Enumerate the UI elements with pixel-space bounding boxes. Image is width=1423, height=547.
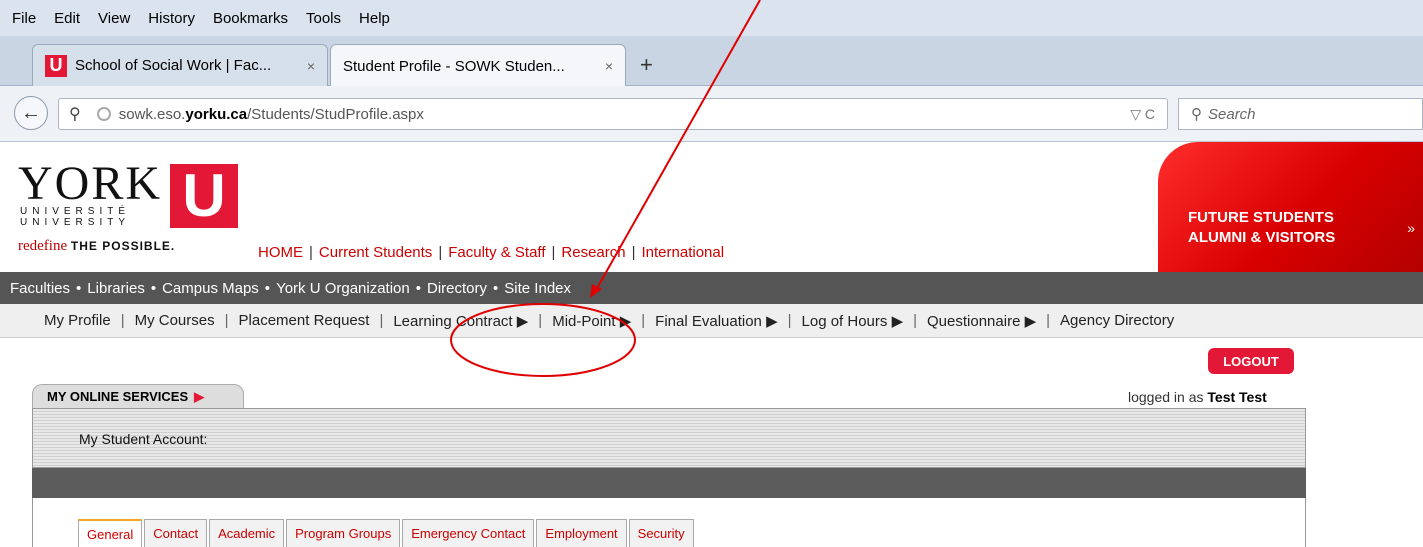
menu-bookmarks[interactable]: Bookmarks — [213, 10, 288, 27]
tagline-bold: THE POSSIBLE. — [70, 239, 176, 253]
menu-bar: File Edit View History Bookmarks Tools H… — [0, 0, 1423, 36]
nav-faculties[interactable]: Faculties — [10, 280, 70, 297]
tab-security[interactable]: Security — [628, 519, 694, 547]
menu-tools[interactable]: Tools — [306, 10, 341, 27]
nav-final-evaluation[interactable]: Final Evaluation ▶ — [655, 312, 777, 330]
url-bar[interactable]: ⚲ sowk.eso. yorku.ca/Students/StudProfile… — [58, 98, 1168, 130]
url-domain: yorku.ca — [185, 105, 248, 123]
menu-view[interactable]: View — [98, 10, 130, 27]
tab-employment[interactable]: Employment — [536, 519, 627, 547]
york-logo-subtitle: UNIVERSITÉ UNIVERSITY — [20, 206, 130, 228]
menu-edit[interactable]: Edit — [54, 10, 80, 27]
nav-directory[interactable]: Directory — [427, 280, 487, 297]
tab-contact[interactable]: Contact — [144, 519, 208, 547]
student-nav: My Profile | My Courses | Placement Reques… — [0, 304, 1423, 338]
logo-sub-french: UNIVERSITÉ — [20, 206, 131, 217]
future-line2: ALUMNI & VISITORS — [1188, 228, 1336, 246]
dark-band — [32, 468, 1306, 498]
tab-general[interactable]: General — [78, 519, 143, 547]
future-students-banner[interactable]: FUTURE STUDENTS ALUMNI & VISITORS » — [1158, 142, 1423, 272]
new-tab-button[interactable]: + — [640, 52, 653, 78]
nav-my-profile[interactable]: My Profile — [44, 312, 111, 329]
menu-history[interactable]: History — [148, 10, 195, 27]
navigation-bar: ← ⚲ sowk.eso. yorku.ca/Students/StudProfi… — [0, 86, 1423, 142]
account-label: My Student Account: — [79, 431, 208, 447]
back-button[interactable]: ← — [14, 96, 48, 130]
link-home[interactable]: HOME — [258, 244, 303, 261]
globe-icon — [96, 107, 111, 121]
tab-title: Student Profile - SOWK Studen... — [343, 57, 565, 75]
logged-in-status: logged in as Test Test — [1128, 389, 1267, 405]
york-u-favicon-icon: U — [45, 54, 67, 77]
nav-mid-point[interactable]: Mid-Point ▶ — [552, 312, 631, 330]
nav-placement-request[interactable]: Placement Request — [239, 312, 370, 329]
tab-title: School of Social Work | Fac... — [75, 57, 272, 74]
york-logo-text[interactable]: YORK — [18, 160, 162, 208]
logo-sub-english: UNIVERSITY — [20, 217, 131, 228]
nav-site-index[interactable]: Site Index — [504, 280, 571, 297]
search-placeholder: Search — [1208, 105, 1256, 123]
search-input[interactable]: ⚲ Search — [1178, 98, 1423, 130]
close-tab-icon[interactable]: × — [605, 58, 613, 74]
nav-york-u-organization[interactable]: York U Organization — [276, 280, 410, 297]
close-tab-icon[interactable]: × — [307, 58, 315, 74]
york-header: YORK UNIVERSITÉ UNIVERSITY U redefine TH… — [0, 142, 1423, 272]
nav-log-of-hours[interactable]: Log of Hours ▶ — [802, 312, 904, 330]
menu-file[interactable]: File — [12, 10, 36, 27]
top-links: HOME | Current Students | Faculty & Staff | Re… — [258, 244, 725, 261]
logged-in-prefix: logged in as — [1128, 389, 1208, 405]
double-arrow-icon: » — [1407, 220, 1415, 236]
my-online-services-tab[interactable]: MY ONLINE SERVICES ▶ — [32, 384, 244, 408]
york-u-logo[interactable]: U — [170, 164, 238, 228]
nav-my-courses[interactable]: My Courses — [135, 312, 215, 329]
tab-emergency-contact[interactable]: Emergency Contact — [402, 519, 535, 547]
right-triangle-icon: ▶ — [194, 388, 205, 404]
link-research[interactable]: Research — [561, 244, 625, 261]
site-nav: Faculties • Libraries • Campus Maps • York … — [0, 272, 1423, 304]
tab-student-profile[interactable]: Student Profile - SOWK Studen... × — [330, 44, 626, 87]
menu-help[interactable]: Help — [359, 10, 390, 27]
tab-program-groups[interactable]: Program Groups — [286, 519, 401, 547]
tagline-script: redefine — [18, 238, 68, 254]
services-label: MY ONLINE SERVICES — [47, 389, 189, 404]
link-faculty-staff[interactable]: Faculty & Staff — [448, 244, 545, 261]
profile-tabs: General Contact Academic Program Groups … — [78, 519, 694, 547]
tab-school-of-social-work[interactable]: U School of Social Work | Fac... × — [32, 44, 328, 86]
link-international[interactable]: International — [642, 244, 725, 261]
tagline: redefine THE POSSIBLE. — [18, 238, 175, 255]
back-arrow-icon: ← — [21, 101, 41, 124]
nav-agency-directory[interactable]: Agency Directory — [1060, 312, 1174, 329]
logged-in-user: Test Test — [1207, 389, 1267, 405]
search-icon: ⚲ — [1191, 106, 1202, 123]
nav-learning-contract[interactable]: Learning Contract ▶ — [393, 312, 528, 330]
url-prefix: sowk.eso. — [118, 105, 186, 123]
key-icon: ⚲ — [69, 106, 81, 123]
tab-academic[interactable]: Academic — [209, 519, 285, 547]
tab-strip: U School of Social Work | Fac... × Stude… — [0, 36, 1423, 87]
link-current-students[interactable]: Current Students — [319, 244, 432, 261]
nav-campus-maps[interactable]: Campus Maps — [162, 280, 259, 297]
url-path: /Students/StudProfile.aspx — [247, 105, 424, 123]
nav-libraries[interactable]: Libraries — [87, 280, 145, 297]
reload-icon[interactable]: ▽ C — [1130, 106, 1155, 123]
nav-questionnaire[interactable]: Questionnaire ▶ — [927, 312, 1036, 330]
logout-button[interactable]: LOGOUT — [1208, 348, 1294, 374]
account-header: My Student Account: — [32, 408, 1306, 468]
future-line1: FUTURE STUDENTS — [1188, 209, 1334, 226]
